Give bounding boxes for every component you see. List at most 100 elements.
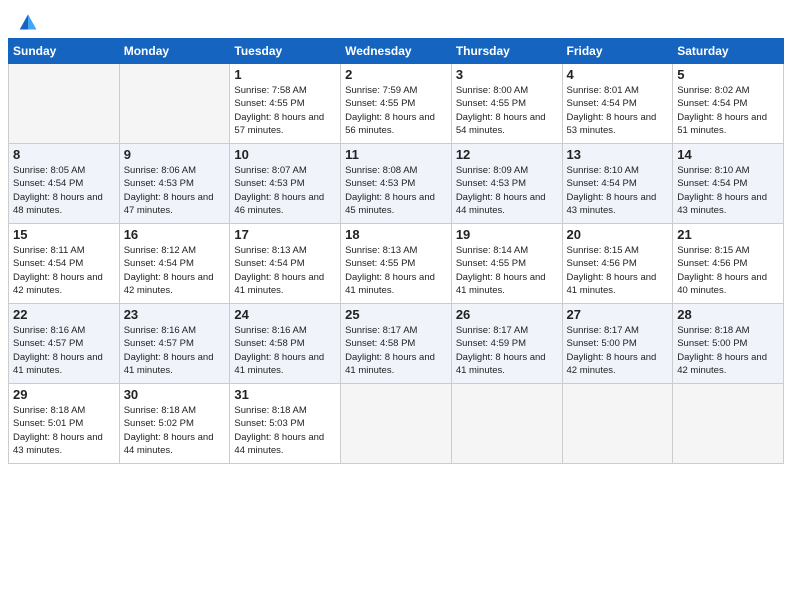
sunset: Sunset: 5:01 PM: [13, 417, 115, 430]
calendar-body: 1 Sunrise: 7:58 AM Sunset: 4:55 PM Dayli…: [9, 64, 784, 464]
calendar-week-0: 1 Sunrise: 7:58 AM Sunset: 4:55 PM Dayli…: [9, 64, 784, 144]
daylight: Daylight: 8 hours and 54 minutes.: [456, 111, 558, 138]
day-cell-15: 15 Sunrise: 8:11 AM Sunset: 4:54 PM Dayl…: [9, 224, 120, 304]
sunset: Sunset: 4:56 PM: [567, 257, 669, 270]
day-info: Sunrise: 8:15 AM Sunset: 4:56 PM Dayligh…: [677, 244, 779, 297]
day-cell-4: 4 Sunrise: 8:01 AM Sunset: 4:54 PM Dayli…: [562, 64, 673, 144]
day-info: Sunrise: 8:16 AM Sunset: 4:58 PM Dayligh…: [234, 324, 336, 377]
col-header-saturday: Saturday: [673, 39, 784, 64]
daylight: Daylight: 8 hours and 44 minutes.: [456, 191, 558, 218]
day-info: Sunrise: 8:13 AM Sunset: 4:55 PM Dayligh…: [345, 244, 447, 297]
sunrise: Sunrise: 8:16 AM: [13, 324, 115, 337]
day-cell-13: 13 Sunrise: 8:10 AM Sunset: 4:54 PM Dayl…: [562, 144, 673, 224]
day-info: Sunrise: 8:17 AM Sunset: 4:58 PM Dayligh…: [345, 324, 447, 377]
calendar-table: SundayMondayTuesdayWednesdayThursdayFrid…: [8, 38, 784, 464]
day-cell-18: 18 Sunrise: 8:13 AM Sunset: 4:55 PM Dayl…: [341, 224, 452, 304]
daylight: Daylight: 8 hours and 42 minutes.: [677, 351, 779, 378]
day-cell-25: 25 Sunrise: 8:17 AM Sunset: 4:58 PM Dayl…: [341, 304, 452, 384]
day-cell-31: 31 Sunrise: 8:18 AM Sunset: 5:03 PM Dayl…: [230, 384, 341, 464]
sunrise: Sunrise: 8:06 AM: [124, 164, 226, 177]
daylight: Daylight: 8 hours and 41 minutes.: [234, 271, 336, 298]
daylight: Daylight: 8 hours and 41 minutes.: [567, 271, 669, 298]
logo: [16, 12, 38, 32]
daylight: Daylight: 8 hours and 43 minutes.: [677, 191, 779, 218]
day-number: 16: [124, 227, 226, 242]
day-info: Sunrise: 8:16 AM Sunset: 4:57 PM Dayligh…: [13, 324, 115, 377]
col-header-friday: Friday: [562, 39, 673, 64]
sunset: Sunset: 4:53 PM: [345, 177, 447, 190]
day-info: Sunrise: 8:14 AM Sunset: 4:55 PM Dayligh…: [456, 244, 558, 297]
day-cell-24: 24 Sunrise: 8:16 AM Sunset: 4:58 PM Dayl…: [230, 304, 341, 384]
empty-cell: [9, 64, 120, 144]
day-number: 11: [345, 147, 447, 162]
sunrise: Sunrise: 7:59 AM: [345, 84, 447, 97]
sunrise: Sunrise: 8:18 AM: [13, 404, 115, 417]
day-cell-30: 30 Sunrise: 8:18 AM Sunset: 5:02 PM Dayl…: [119, 384, 230, 464]
day-cell-26: 26 Sunrise: 8:17 AM Sunset: 4:59 PM Dayl…: [451, 304, 562, 384]
daylight: Daylight: 8 hours and 40 minutes.: [677, 271, 779, 298]
sunset: Sunset: 4:55 PM: [456, 257, 558, 270]
col-header-thursday: Thursday: [451, 39, 562, 64]
calendar-header: SundayMondayTuesdayWednesdayThursdayFrid…: [9, 39, 784, 64]
day-cell-1: 1 Sunrise: 7:58 AM Sunset: 4:55 PM Dayli…: [230, 64, 341, 144]
sunset: Sunset: 4:53 PM: [456, 177, 558, 190]
day-cell-12: 12 Sunrise: 8:09 AM Sunset: 4:53 PM Dayl…: [451, 144, 562, 224]
day-info: Sunrise: 8:11 AM Sunset: 4:54 PM Dayligh…: [13, 244, 115, 297]
sunset: Sunset: 4:54 PM: [13, 257, 115, 270]
day-number: 31: [234, 387, 336, 402]
daylight: Daylight: 8 hours and 41 minutes.: [13, 351, 115, 378]
daylight: Daylight: 8 hours and 42 minutes.: [124, 271, 226, 298]
sunset: Sunset: 4:53 PM: [234, 177, 336, 190]
day-number: 19: [456, 227, 558, 242]
day-number: 12: [456, 147, 558, 162]
sunset: Sunset: 4:54 PM: [567, 177, 669, 190]
col-header-wednesday: Wednesday: [341, 39, 452, 64]
daylight: Daylight: 8 hours and 41 minutes.: [345, 351, 447, 378]
day-cell-20: 20 Sunrise: 8:15 AM Sunset: 4:56 PM Dayl…: [562, 224, 673, 304]
day-cell-14: 14 Sunrise: 8:10 AM Sunset: 4:54 PM Dayl…: [673, 144, 784, 224]
sunset: Sunset: 4:54 PM: [677, 177, 779, 190]
day-info: Sunrise: 8:17 AM Sunset: 5:00 PM Dayligh…: [567, 324, 669, 377]
sunset: Sunset: 4:54 PM: [567, 97, 669, 110]
sunset: Sunset: 5:00 PM: [567, 337, 669, 350]
empty-cell: [562, 384, 673, 464]
sunrise: Sunrise: 8:02 AM: [677, 84, 779, 97]
daylight: Daylight: 8 hours and 51 minutes.: [677, 111, 779, 138]
day-cell-28: 28 Sunrise: 8:18 AM Sunset: 5:00 PM Dayl…: [673, 304, 784, 384]
day-info: Sunrise: 8:13 AM Sunset: 4:54 PM Dayligh…: [234, 244, 336, 297]
day-cell-27: 27 Sunrise: 8:17 AM Sunset: 5:00 PM Dayl…: [562, 304, 673, 384]
day-number: 22: [13, 307, 115, 322]
sunrise: Sunrise: 8:17 AM: [456, 324, 558, 337]
daylight: Daylight: 8 hours and 57 minutes.: [234, 111, 336, 138]
day-cell-23: 23 Sunrise: 8:16 AM Sunset: 4:57 PM Dayl…: [119, 304, 230, 384]
sunset: Sunset: 4:54 PM: [677, 97, 779, 110]
col-header-sunday: Sunday: [9, 39, 120, 64]
day-info: Sunrise: 8:18 AM Sunset: 5:03 PM Dayligh…: [234, 404, 336, 457]
daylight: Daylight: 8 hours and 41 minutes.: [456, 351, 558, 378]
sunrise: Sunrise: 8:16 AM: [124, 324, 226, 337]
day-number: 23: [124, 307, 226, 322]
day-number: 27: [567, 307, 669, 322]
sunset: Sunset: 5:03 PM: [234, 417, 336, 430]
day-number: 2: [345, 67, 447, 82]
day-info: Sunrise: 8:12 AM Sunset: 4:54 PM Dayligh…: [124, 244, 226, 297]
calendar-week-3: 22 Sunrise: 8:16 AM Sunset: 4:57 PM Dayl…: [9, 304, 784, 384]
day-number: 20: [567, 227, 669, 242]
day-number: 13: [567, 147, 669, 162]
sunrise: Sunrise: 8:09 AM: [456, 164, 558, 177]
day-info: Sunrise: 8:01 AM Sunset: 4:54 PM Dayligh…: [567, 84, 669, 137]
sunset: Sunset: 4:55 PM: [234, 97, 336, 110]
empty-cell: [119, 64, 230, 144]
sunrise: Sunrise: 8:15 AM: [567, 244, 669, 257]
day-number: 24: [234, 307, 336, 322]
sunset: Sunset: 4:55 PM: [345, 97, 447, 110]
day-cell-21: 21 Sunrise: 8:15 AM Sunset: 4:56 PM Dayl…: [673, 224, 784, 304]
daylight: Daylight: 8 hours and 43 minutes.: [567, 191, 669, 218]
day-number: 29: [13, 387, 115, 402]
calendar-week-4: 29 Sunrise: 8:18 AM Sunset: 5:01 PM Dayl…: [9, 384, 784, 464]
page-header: [0, 0, 792, 38]
day-cell-11: 11 Sunrise: 8:08 AM Sunset: 4:53 PM Dayl…: [341, 144, 452, 224]
day-info: Sunrise: 8:02 AM Sunset: 4:54 PM Dayligh…: [677, 84, 779, 137]
sunrise: Sunrise: 8:13 AM: [234, 244, 336, 257]
sunset: Sunset: 4:57 PM: [13, 337, 115, 350]
